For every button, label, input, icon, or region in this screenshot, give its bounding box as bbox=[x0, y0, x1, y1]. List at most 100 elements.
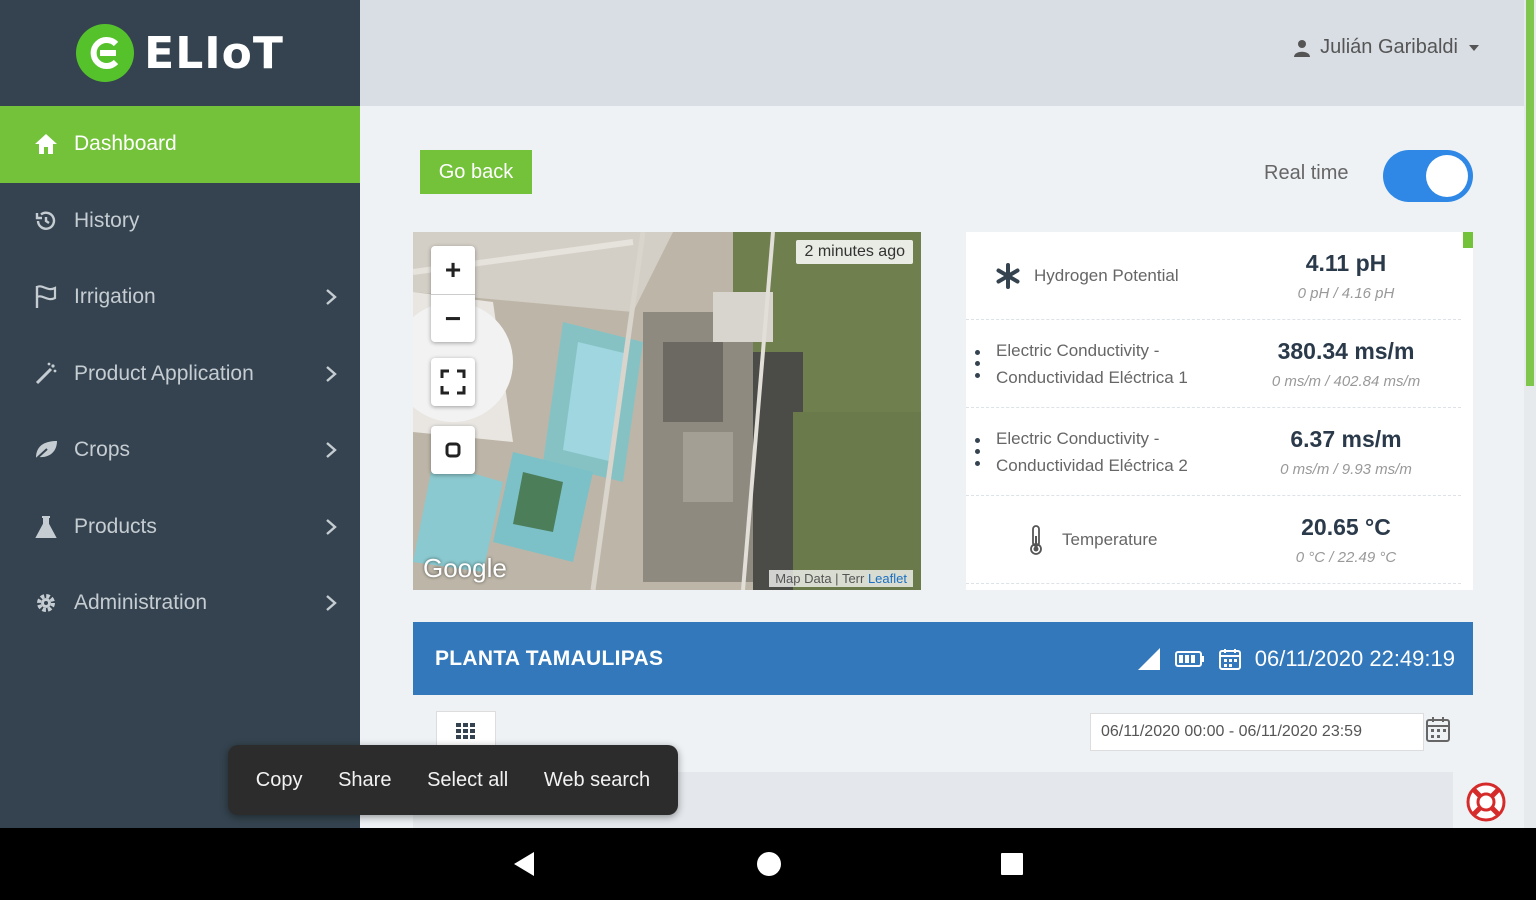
last-update-badge: 2 minutes ago bbox=[796, 240, 913, 264]
sidebar-item-crops[interactable]: Crops bbox=[0, 412, 360, 489]
sidebar-item-dashboard[interactable]: Dashboard bbox=[0, 106, 360, 183]
grid-icon bbox=[456, 723, 475, 739]
sidebar-item-label: Products bbox=[74, 514, 157, 538]
recents-square-icon[interactable] bbox=[999, 850, 1025, 878]
chevron-right-icon bbox=[326, 365, 337, 382]
sidebar-item-irrigation[interactable]: Irrigation bbox=[0, 259, 360, 336]
sensor-name-line: Conductividad Eléctrica 2 bbox=[996, 455, 1188, 475]
sensor-row-conductivity-1[interactable]: Electric Conductivity - Conductividad El… bbox=[966, 320, 1461, 408]
sensor-row-ph[interactable]: Hydrogen Potential 4.11 pH 0 pH / 4.16 p… bbox=[966, 232, 1461, 320]
sensor-value: 4.11 pH bbox=[1305, 249, 1387, 276]
thermometer-icon bbox=[1020, 524, 1052, 556]
copy-action[interactable]: Copy bbox=[256, 769, 303, 792]
sensor-name: Electric Conductivity - Conductividad El… bbox=[996, 425, 1188, 479]
google-logo: Google bbox=[423, 553, 507, 583]
fullscreen-icon bbox=[440, 369, 466, 395]
sensor-value: 6.37 ms/m bbox=[1290, 425, 1402, 452]
eliot-logo-icon bbox=[76, 24, 135, 82]
battery-icon bbox=[1174, 650, 1204, 667]
sensor-name-line: Electric Conductivity - bbox=[996, 340, 1160, 360]
sidebar-item-label: Administration bbox=[74, 591, 208, 615]
station-meta: 06/11/2020 22:49:19 bbox=[1137, 646, 1455, 672]
irrigation-icon bbox=[32, 283, 60, 311]
chevron-right-icon bbox=[326, 289, 337, 306]
sensor-row-conductivity-2[interactable]: Electric Conductivity - Conductividad El… bbox=[966, 408, 1461, 496]
user-name: Julián Garibaldi bbox=[1320, 36, 1458, 58]
page-scrollbar[interactable] bbox=[1524, 0, 1536, 828]
sidebar-item-history[interactable]: History bbox=[0, 183, 360, 260]
satellite-map[interactable]: + − 2 minutes ago Google Map Data | Terr… bbox=[413, 232, 921, 590]
sidebar-item-label: Crops bbox=[74, 438, 131, 462]
map-data-link[interactable]: Map Data bbox=[775, 571, 831, 586]
sensor-name: Electric Conductivity - Conductividad El… bbox=[996, 337, 1188, 391]
sidebar-item-label: Irrigation bbox=[74, 285, 156, 309]
sensor-value: 380.34 ms/m bbox=[1277, 337, 1415, 364]
terms-link[interactable]: Terr bbox=[842, 571, 864, 586]
sensor-range: 0 pH / 4.16 pH bbox=[1297, 284, 1395, 302]
zoom-control: + − bbox=[431, 246, 475, 342]
select-all-action[interactable]: Select all bbox=[427, 769, 508, 792]
chevron-right-icon bbox=[326, 442, 337, 459]
leaf-icon bbox=[32, 436, 60, 464]
station-timestamp: 06/11/2020 22:49:19 bbox=[1254, 645, 1455, 671]
sensor-name-line: Electric Conductivity - bbox=[996, 428, 1160, 448]
sidebar-item-label: Product Application bbox=[74, 361, 254, 385]
calendar-icon bbox=[1218, 648, 1241, 670]
station-name: PLANTA TAMAULIPAS bbox=[435, 646, 664, 670]
status-indicator bbox=[1463, 232, 1473, 248]
toggle-knob bbox=[1426, 155, 1468, 197]
realtime-toggle[interactable] bbox=[1383, 150, 1473, 202]
brand-logo[interactable]: ELIoT bbox=[0, 0, 360, 106]
history-icon bbox=[32, 207, 60, 235]
chevron-right-icon bbox=[326, 518, 337, 535]
leaflet-link[interactable]: Leaflet bbox=[868, 571, 907, 586]
kebab-icon[interactable] bbox=[970, 349, 984, 378]
satellite-imagery bbox=[413, 232, 921, 590]
android-nav-bar bbox=[0, 828, 1536, 900]
gear-icon bbox=[32, 589, 60, 617]
share-action[interactable]: Share bbox=[338, 769, 391, 792]
station-header: PLANTA TAMAULIPAS 06/11/2020 22:49:19 bbox=[413, 622, 1473, 695]
fullscreen-button[interactable] bbox=[431, 358, 475, 406]
locate-button[interactable] bbox=[431, 426, 475, 474]
sensor-name: Hydrogen Potential bbox=[1034, 266, 1179, 285]
realtime-label: Real time bbox=[1264, 162, 1349, 184]
home-circle-icon[interactable] bbox=[756, 850, 782, 878]
zoom-out-button[interactable]: − bbox=[431, 294, 475, 342]
date-picker-icon[interactable] bbox=[1426, 716, 1450, 742]
sidebar-item-administration[interactable]: Administration bbox=[0, 565, 360, 642]
brand-name: ELIoT bbox=[144, 27, 284, 79]
sensor-range: 0 ms/m / 9.93 ms/m bbox=[1280, 460, 1412, 478]
sensor-row-temperature[interactable]: Temperature 20.65 °C 0 °C / 22.49 °C bbox=[966, 496, 1461, 584]
web-search-action[interactable]: Web search bbox=[544, 769, 650, 792]
kebab-icon[interactable] bbox=[970, 437, 984, 466]
sensor-range: 0 °C / 22.49 °C bbox=[1295, 548, 1397, 566]
locate-control bbox=[431, 426, 475, 474]
sidebar-item-product-application[interactable]: Product Application bbox=[0, 336, 360, 413]
sensor-value: 20.65 °C bbox=[1301, 513, 1391, 540]
sidebar-item-label: History bbox=[74, 208, 140, 232]
flask-icon bbox=[32, 513, 60, 541]
signal-icon bbox=[1137, 647, 1160, 670]
user-icon bbox=[1294, 39, 1311, 57]
date-range-input[interactable] bbox=[1090, 713, 1424, 751]
go-back-button[interactable]: Go back bbox=[420, 150, 532, 194]
zoom-in-button[interactable]: + bbox=[431, 246, 475, 294]
square-marker-icon bbox=[445, 442, 461, 458]
asterisk-icon bbox=[992, 260, 1024, 292]
sensor-readings-card: Hydrogen Potential 4.11 pH 0 pH / 4.16 p… bbox=[966, 232, 1473, 590]
fullscreen-control bbox=[431, 358, 475, 406]
sensor-name: Temperature bbox=[1062, 530, 1158, 549]
back-triangle-icon[interactable] bbox=[512, 850, 536, 878]
spray-icon bbox=[32, 360, 60, 388]
sidebar-item-products[interactable]: Products bbox=[0, 489, 360, 566]
sensor-name-line: Conductividad Eléctrica 1 bbox=[996, 367, 1188, 387]
chevron-right-icon bbox=[326, 595, 337, 612]
text-selection-menu: Copy Share Select all Web search bbox=[228, 745, 678, 815]
sensor-range: 0 ms/m / 402.84 ms/m bbox=[1271, 372, 1421, 390]
scrollbar-thumb[interactable] bbox=[1526, 0, 1534, 386]
user-menu[interactable]: Julián Garibaldi bbox=[1294, 36, 1480, 59]
home-icon bbox=[32, 130, 60, 158]
top-header: Julián Garibaldi bbox=[360, 0, 1524, 106]
lifebuoy-help-icon[interactable] bbox=[1466, 782, 1506, 822]
